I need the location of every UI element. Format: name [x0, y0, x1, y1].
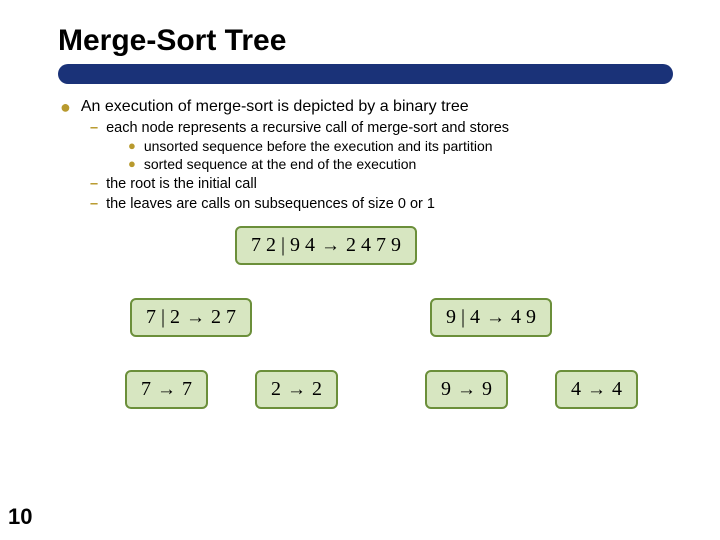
page-number: 10	[8, 504, 32, 530]
merge-sort-tree: 7 2 | 9 4 → 2 4 7 9 7 | 2 → 2 7 9 | 4 → …	[75, 226, 675, 436]
node-unsorted: 9 | 4	[446, 306, 480, 329]
tree-leaf-node: 7 → 7	[125, 370, 208, 409]
node-sorted: 2 7	[211, 306, 236, 329]
bullet-dot-icon: ●	[60, 98, 71, 116]
bullet-level3: ● unsorted sequence before the execution…	[128, 138, 690, 154]
node-unsorted: 9	[441, 378, 451, 401]
arrow-right-icon: →	[321, 235, 340, 257]
node-sorted: 4	[612, 378, 622, 401]
bullet-level2: – the root is the initial call	[90, 176, 690, 192]
node-unsorted: 7 2 | 9 4	[251, 234, 315, 257]
node-unsorted: 7	[141, 378, 151, 401]
node-sorted: 2 4 7 9	[346, 234, 401, 257]
node-unsorted: 2	[271, 378, 281, 401]
bullet-level3: ● sorted sequence at the end of the exec…	[128, 156, 690, 172]
tree-root-node: 7 2 | 9 4 → 2 4 7 9	[235, 226, 417, 265]
bullet-text: the leaves are calls on subsequences of …	[106, 196, 435, 212]
bullet-dash-icon: –	[90, 196, 98, 212]
arrow-right-icon: →	[587, 379, 606, 401]
bullet-level2: – the leaves are calls on subsequences o…	[90, 196, 690, 212]
bullet-text: each node represents a recursive call of…	[106, 120, 509, 136]
tree-internal-node: 7 | 2 → 2 7	[130, 298, 252, 337]
tree-leaf-node: 4 → 4	[555, 370, 638, 409]
arrow-right-icon: →	[287, 379, 306, 401]
tree-leaf-node: 2 → 2	[255, 370, 338, 409]
tree-leaf-node: 9 → 9	[425, 370, 508, 409]
bullet-dash-icon: –	[90, 120, 98, 136]
bullet-dot-icon: ●	[128, 138, 136, 154]
bullet-level2: – each node represents a recursive call …	[90, 120, 690, 136]
title-accent-bar	[58, 64, 673, 84]
arrow-right-icon: →	[186, 307, 205, 329]
bullet-level1: ● An execution of merge-sort is depicted…	[60, 98, 690, 116]
slide: Merge-Sort Tree ● An execution of merge-…	[0, 0, 720, 540]
node-sorted: 7	[182, 378, 192, 401]
node-unsorted: 4	[571, 378, 581, 401]
node-sorted: 2	[312, 378, 322, 401]
bullet-text: unsorted sequence before the execution a…	[144, 138, 493, 154]
bullet-dash-icon: –	[90, 176, 98, 192]
slide-title: Merge-Sort Tree	[0, 20, 720, 64]
content-area: ● An execution of merge-sort is depicted…	[0, 84, 720, 436]
arrow-right-icon: →	[457, 379, 476, 401]
node-sorted: 4 9	[511, 306, 536, 329]
bullet-text: An execution of merge-sort is depicted b…	[81, 98, 469, 116]
bullet-text: the root is the initial call	[106, 176, 257, 192]
arrow-right-icon: →	[486, 307, 505, 329]
arrow-right-icon: →	[157, 379, 176, 401]
bullet-dot-icon: ●	[128, 156, 136, 172]
node-sorted: 9	[482, 378, 492, 401]
bullet-text: sorted sequence at the end of the execut…	[144, 156, 416, 172]
tree-internal-node: 9 | 4 → 4 9	[430, 298, 552, 337]
node-unsorted: 7 | 2	[146, 306, 180, 329]
